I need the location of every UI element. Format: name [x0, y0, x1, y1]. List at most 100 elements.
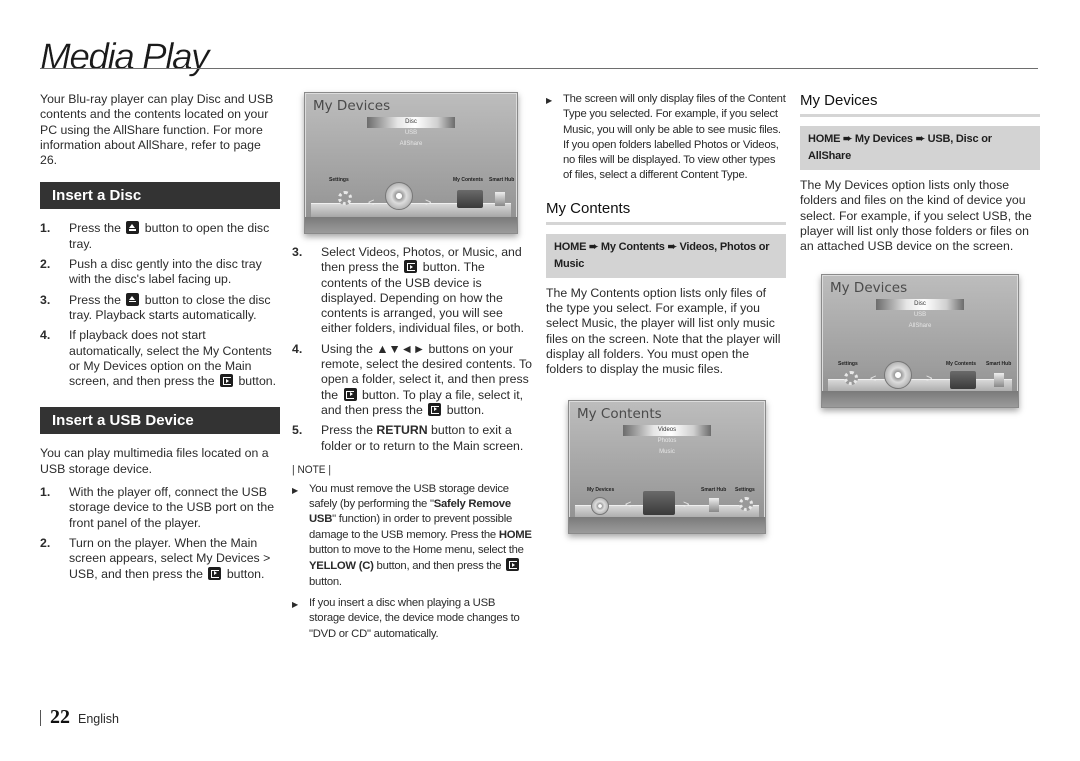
return-key-label: RETURN [376, 423, 428, 438]
step-number: 4. [40, 328, 51, 343]
step-text: Press the button to close the disc tray.… [69, 292, 280, 324]
step-number: 3. [40, 292, 51, 307]
step-text-part: button. [446, 402, 485, 417]
note-text: You must remove the USB storage device s… [309, 482, 532, 590]
enter-icon [208, 566, 222, 580]
title-divider [40, 68, 1038, 69]
enter-icon [220, 374, 234, 388]
step-text: Press the RETURN button to exit a folder… [321, 423, 532, 454]
my-devices-screenshot-2: My Devices Disc USB AllShare Settings My… [821, 274, 1019, 409]
note-bullets-continued: ▶ The screen will only display files of … [546, 92, 786, 184]
screen-title: My Devices [830, 280, 908, 297]
step-number: 2. [40, 535, 51, 550]
step-text: Select Videos, Photos, or Music, and the… [321, 245, 532, 337]
step-item: 2. Push a disc gently into the disc tray… [40, 257, 280, 288]
bullet-triangle-icon: ▶ [546, 96, 552, 105]
enter-icon [506, 558, 520, 572]
step-text: With the player off, connect the USB sto… [69, 485, 275, 530]
my-contents-heading: My Contents [546, 200, 786, 225]
screen-label: My Contents [946, 361, 976, 368]
note-heading: | NOTE | [292, 463, 331, 476]
footer-divider [40, 709, 41, 726]
disc-icon [385, 182, 413, 210]
screen-label: Smart Hub [489, 177, 515, 183]
screen-menu: Disc USB AllShare [305, 117, 517, 150]
step-item: 4. Using the ▲▼◄► buttons on your remote… [292, 342, 532, 418]
chevron-right-icon: > [425, 197, 432, 209]
note-item: ▶ You must remove the USB storage device… [292, 482, 532, 590]
devices-icon [591, 496, 609, 515]
intro-paragraph: Your Blu-ray player can play Disc and US… [40, 92, 274, 168]
insert-disc-heading: Insert a Disc [40, 182, 280, 210]
screen-label: Smart Hub [701, 486, 727, 493]
step-text-part: button. [226, 566, 265, 581]
menu-item: USB [913, 312, 927, 319]
menu-item-selected: Videos [623, 424, 711, 436]
screen-label: Smart Hub [986, 361, 1012, 368]
smart-hub-icon [495, 192, 505, 206]
step-number: 1. [40, 221, 51, 236]
menu-item-selected: Disc [367, 117, 455, 128]
screen-title: My Contents [577, 405, 662, 422]
step-item: 1. With the player off, connect the USB … [40, 485, 280, 531]
note-text: The screen will only display files of th… [563, 93, 786, 182]
bullet-triangle-icon: ▶ [292, 599, 298, 609]
chevron-left-icon: < [625, 498, 632, 511]
chevron-right-icon: > [926, 373, 933, 386]
my-devices-path: HOME ➨ My Devices ➨ USB, Disc or AllShar… [800, 126, 1040, 170]
step-text: Push a disc gently into the disc tray wi… [69, 257, 262, 287]
column-2: My Devices Disc USB AllShare Settings My… [292, 92, 532, 648]
note-item: ▶ The screen will only display files of … [546, 92, 786, 184]
note-text-part: " function) in order to prevent possible… [309, 513, 512, 541]
note-text-part: button to move to the Home menu, select … [309, 544, 524, 557]
step-number: 5. [292, 423, 303, 438]
menu-item: Music [659, 448, 675, 455]
my-contents-screenshot: My Contents Videos Photos Music My Devic… [568, 399, 766, 534]
page-language: English [78, 712, 119, 726]
screen-menu: Videos Photos Music [569, 424, 765, 458]
menu-item: USB [404, 130, 418, 136]
step-text: Press the button to open the disc tray. [69, 221, 280, 252]
step-item: 2. Turn on the player. When the Main scr… [40, 536, 280, 582]
column-4: My Devices HOME ➨ My Devices ➨ USB, Disc… [800, 92, 1040, 409]
usb-intro: You can play multimedia files located on… [40, 446, 269, 476]
step-number: 1. [40, 485, 51, 500]
screen-title: My Devices [313, 98, 391, 114]
settings-icon [739, 496, 753, 511]
bullet-triangle-icon: ▶ [292, 485, 298, 495]
step-text: Using the ▲▼◄► buttons on your remote, s… [321, 342, 532, 418]
enter-icon [343, 387, 357, 401]
step-number: 3. [292, 245, 303, 259]
screen-label: My Devices [587, 486, 615, 493]
step-text-part: Press the [321, 423, 373, 438]
step-item: 1. Press the button to open the disc tra… [40, 221, 280, 252]
insert-disc-steps: 1. Press the button to open the disc tra… [40, 221, 280, 389]
contents-box-icon [643, 490, 675, 515]
column-3: ▶ The screen will only display files of … [546, 92, 786, 534]
menu-item: AllShare [399, 141, 423, 147]
menu-item: AllShare [908, 323, 932, 330]
note-text-part: button. [309, 575, 342, 588]
enter-icon [428, 402, 442, 416]
step-number: 4. [292, 341, 303, 356]
menu-item-selected: Disc [876, 299, 964, 311]
screen-label: Settings [329, 177, 349, 183]
step-text: Turn on the player. When the Main screen… [69, 536, 280, 582]
my-devices-heading: My Devices [800, 92, 1040, 117]
smart-hub-icon [709, 497, 719, 512]
eject-icon [126, 292, 140, 306]
step-text-part: button. [238, 374, 277, 389]
note-text: If you insert a disc when playing a USB … [309, 596, 520, 640]
page-footer: 22 English [40, 706, 119, 729]
screen-base [822, 391, 1018, 408]
screen-menu: Disc USB AllShare [822, 299, 1018, 332]
my-devices-body: The My Devices option lists only those f… [800, 178, 1032, 254]
usb-steps-continued: 3. Select Videos, Photos, or Music, and … [292, 245, 532, 454]
note-bullets: ▶ You must remove the USB storage device… [292, 482, 532, 642]
step-text-part: Press the [69, 221, 121, 236]
chevron-left-icon: < [870, 373, 877, 386]
smart-hub-icon [994, 373, 1004, 388]
contents-box-icon [457, 190, 483, 208]
note-bold: HOME [498, 528, 532, 541]
contents-box-icon [950, 371, 976, 390]
